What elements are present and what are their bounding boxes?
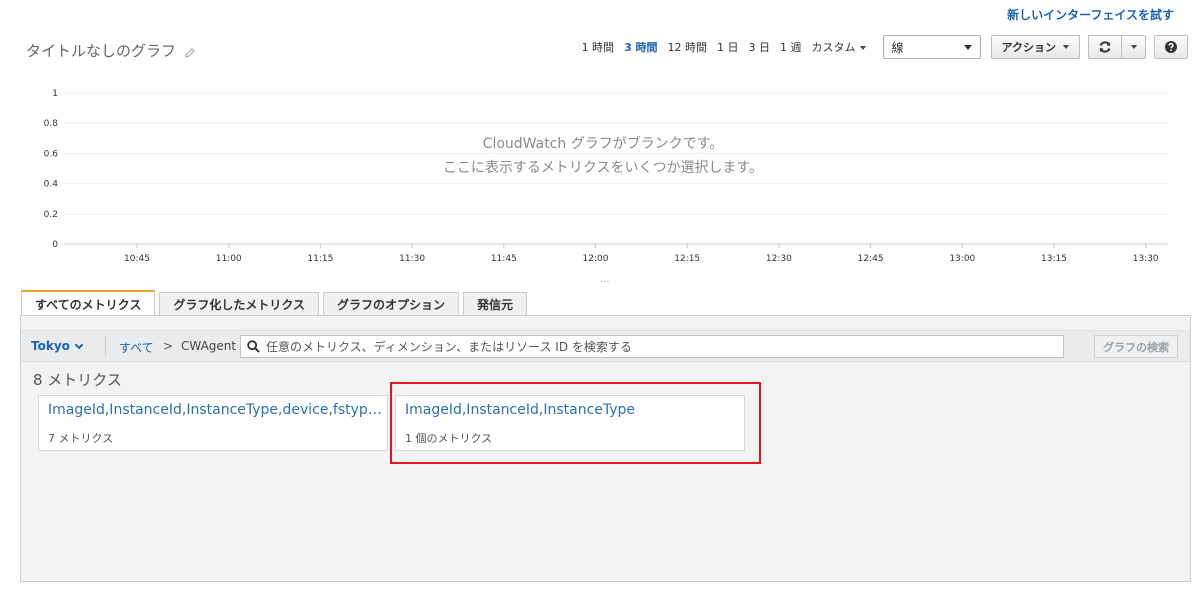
actions-button[interactable]: アクション	[990, 35, 1080, 59]
tab-source[interactable]: 発信元	[463, 292, 528, 316]
help-button[interactable]	[1154, 35, 1188, 59]
range-3h[interactable]: 3 時間	[624, 39, 657, 55]
time-range-list: 1 時間 3 時間 12 時間 1 日 3 日 1 週 カスタム	[577, 39, 871, 55]
refresh-button-group	[1088, 35, 1146, 59]
help-icon	[1165, 41, 1177, 53]
breadcrumb-current: CWAgent	[181, 339, 237, 353]
metrics-search-bar: Tokyo すべて > CWAgent グラフの検索	[21, 330, 1190, 362]
graph-title: タイトルなしのグラフ	[26, 40, 196, 61]
blank-message-line2: ここに表示するメトリクスをいくつか選択します。	[442, 160, 764, 176]
search-icon	[247, 340, 260, 353]
blank-message-line1: CloudWatch グラフがブランクです。	[482, 136, 724, 152]
breadcrumb-all[interactable]: すべて	[119, 339, 154, 356]
x-tick-label: 13:15	[1041, 254, 1067, 264]
namespace-card[interactable]: ImageId,InstanceId,InstanceType 1 個のメトリク…	[395, 395, 745, 451]
region-selector[interactable]: Tokyo	[31, 339, 84, 353]
metric-count: 8 メトリクス	[33, 371, 122, 389]
caret-down-icon	[859, 46, 866, 50]
metrics-tabs: すべてのメトリクス グラフ化したメトリクス グラフのオプション 発信元	[21, 290, 531, 316]
graph-type-select[interactable]: 線	[882, 35, 981, 59]
range-1h[interactable]: 1 時間	[582, 39, 615, 55]
refresh-options-button[interactable]	[1122, 35, 1146, 59]
caret-down-icon	[963, 44, 972, 50]
range-custom[interactable]: カスタム	[812, 39, 866, 55]
range-12h[interactable]: 12 時間	[668, 39, 708, 55]
metric-search-field[interactable]	[240, 335, 1064, 358]
try-new-interface-link[interactable]: 新しいインターフェイスを試す	[1007, 6, 1174, 23]
range-3d[interactable]: 3 日	[749, 39, 771, 55]
x-tick-label: 11:00	[216, 254, 242, 264]
namespace-card-count: 1 個のメトリクス	[405, 432, 493, 445]
x-tick-label: 11:30	[399, 254, 425, 264]
refresh-button[interactable]	[1088, 35, 1122, 59]
tab-graphed-metrics[interactable]: グラフ化したメトリクス	[159, 292, 319, 316]
y-tick-label: 0	[52, 240, 58, 250]
range-custom-label: カスタム	[811, 41, 856, 54]
range-1d[interactable]: 1 日	[717, 39, 739, 55]
metrics-browser-panel: Tokyo すべて > CWAgent グラフの検索 8 メトリクス Image…	[20, 315, 1191, 582]
x-tick-label: 12:45	[858, 254, 884, 264]
namespace-card[interactable]: ImageId,InstanceId,InstanceType,device,f…	[38, 395, 388, 451]
y-tick-label: 0.4	[44, 180, 59, 190]
actions-label: アクション	[1001, 41, 1056, 54]
caret-down-icon	[1063, 45, 1069, 49]
namespace-card-count: 7 メトリクス	[48, 432, 114, 445]
x-tick-label: 12:00	[583, 254, 609, 264]
y-tick-label: 0.2	[44, 210, 58, 220]
x-tick-label: 13:00	[949, 254, 975, 264]
graph-title-text: タイトルなしのグラフ	[26, 42, 177, 60]
graph-toolbar: 1 時間 3 時間 12 時間 1 日 3 日 1 週 カスタム 線 アクション	[577, 34, 1188, 60]
range-1w[interactable]: 1 週	[780, 39, 802, 55]
pencil-icon[interactable]	[184, 45, 196, 58]
chart-resize-handle[interactable]: ...	[600, 274, 610, 285]
metric-search-input[interactable]	[266, 339, 1056, 354]
caret-down-icon	[1130, 45, 1137, 49]
x-tick-label: 13:30	[1133, 254, 1159, 264]
x-tick-label: 11:15	[307, 254, 333, 264]
refresh-icon	[1099, 41, 1111, 53]
chart-blank-message: CloudWatch グラフがブランクです。 ここに表示するメトリクスをいくつか…	[400, 132, 806, 180]
chevron-down-icon	[74, 340, 84, 349]
tab-all-metrics[interactable]: すべてのメトリクス	[21, 290, 156, 316]
y-tick-label: 1	[52, 89, 58, 99]
y-tick-label: 0.8	[44, 119, 59, 129]
x-tick-label: 10:45	[124, 254, 150, 264]
namespace-card-title[interactable]: ImageId,InstanceId,InstanceType,device,f…	[48, 402, 382, 418]
graph-search-button[interactable]: グラフの検索	[1094, 335, 1178, 358]
divider	[105, 336, 106, 356]
x-tick-label: 12:30	[766, 254, 792, 264]
x-tick-label: 11:45	[491, 254, 517, 264]
graph-type-value: 線	[891, 40, 904, 55]
region-label: Tokyo	[31, 339, 70, 353]
y-tick-label: 0.6	[44, 149, 59, 159]
namespace-card-title[interactable]: ImageId,InstanceId,InstanceType	[405, 402, 739, 418]
breadcrumb-separator: >	[163, 339, 174, 353]
x-tick-label: 12:15	[674, 254, 700, 264]
tab-graph-options[interactable]: グラフのオプション	[322, 292, 459, 316]
